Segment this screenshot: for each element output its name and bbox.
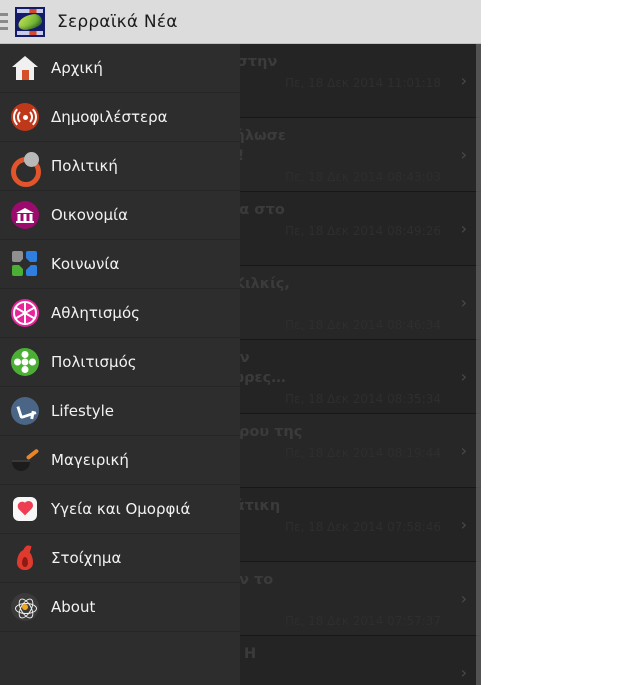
drawer-item-label: Αθλητισμός: [51, 304, 140, 322]
drawer-item-label: Στοίχημα: [51, 549, 122, 567]
hamburger-bar: [0, 13, 8, 16]
app-header: Σερραϊκά Νέα: [0, 0, 481, 44]
drawer-item-label: Πολιτική: [51, 157, 118, 175]
drawer-item-δημοφιλέστερα[interactable]: Δημοφιλέστερα: [0, 93, 240, 142]
politics-icon: [8, 149, 42, 187]
page-title: Σερραϊκά Νέα: [57, 11, 178, 32]
drawer-item-label: Αρχική: [51, 59, 103, 77]
drawer-item-label: About: [51, 598, 96, 616]
drawer-item-πολιτισμός[interactable]: Πολιτισμός: [0, 338, 240, 387]
broadcast-icon: [8, 100, 42, 134]
drawer-item-lifestyle[interactable]: Lifestyle: [0, 387, 240, 436]
logo-top-band: [17, 8, 43, 13]
chevron-right-icon: ›: [460, 144, 467, 164]
drawer-item-μαγειρική[interactable]: Μαγειρική: [0, 436, 240, 485]
drawer-item-label: Μαγειρική: [51, 451, 129, 469]
chevron-right-icon: ›: [460, 292, 467, 312]
bank-icon: [8, 198, 42, 232]
drawer-item-label: Πολιτισμός: [51, 353, 137, 371]
app-window: Σερραϊκά Νέα …στορία συνεχίζεται στηνΠε,…: [0, 0, 481, 685]
chevron-right-icon: ›: [460, 366, 467, 386]
hamburger-bar: [0, 27, 8, 30]
heart-icon: [8, 492, 42, 526]
film-reel-icon: [8, 345, 42, 379]
drawer-item-label: Δημοφιλέστερα: [51, 108, 168, 126]
navigation-drawer[interactable]: Αρχική Δημοφιλέστερα Πολιτική Οικονομία Κοιν…: [0, 44, 240, 685]
logo-leaf-shape: [16, 12, 44, 31]
chevron-right-icon: ›: [460, 70, 467, 90]
drawer-item-υγεία-και-ομορφιά[interactable]: Υγεία και Ομορφιά: [0, 485, 240, 534]
app-logo-icon: [15, 6, 45, 37]
chevron-right-icon: ›: [460, 588, 467, 608]
drawer-item-label: Lifestyle: [51, 402, 115, 420]
frying-pan-icon: [8, 443, 42, 477]
puzzle-icon: [8, 247, 42, 281]
hamburger-icon[interactable]: [0, 10, 10, 34]
logo-bottom-band: [17, 30, 43, 35]
shoe-icon: [8, 394, 42, 428]
drawer-item-αρχική[interactable]: Αρχική: [0, 44, 240, 93]
chevron-right-icon: ›: [460, 662, 467, 682]
drawer-item-about[interactable]: About: [0, 583, 240, 632]
hamburger-bar: [0, 20, 8, 23]
atom-icon: [8, 590, 42, 624]
drawer-item-πολιτική[interactable]: Πολιτική: [0, 142, 240, 191]
drawer-item-label: Κοινωνία: [51, 255, 120, 273]
home-icon: [8, 51, 42, 85]
chevron-right-icon: ›: [460, 218, 467, 238]
flame-icon: [8, 541, 42, 575]
drawer-item-label: Οικονομία: [51, 206, 128, 224]
drawer-item-οικονομία[interactable]: Οικονομία: [0, 191, 240, 240]
drawer-item-label: Υγεία και Ομορφιά: [51, 500, 191, 518]
chevron-right-icon: ›: [460, 440, 467, 460]
chevron-right-icon: ›: [460, 514, 467, 534]
ball-icon: [8, 296, 42, 330]
vertical-scrollbar[interactable]: [476, 44, 481, 685]
drawer-item-στοίχημα[interactable]: Στοίχημα: [0, 534, 240, 583]
drawer-item-αθλητισμός[interactable]: Αθλητισμός: [0, 289, 240, 338]
drawer-item-κοινωνία[interactable]: Κοινωνία: [0, 240, 240, 289]
